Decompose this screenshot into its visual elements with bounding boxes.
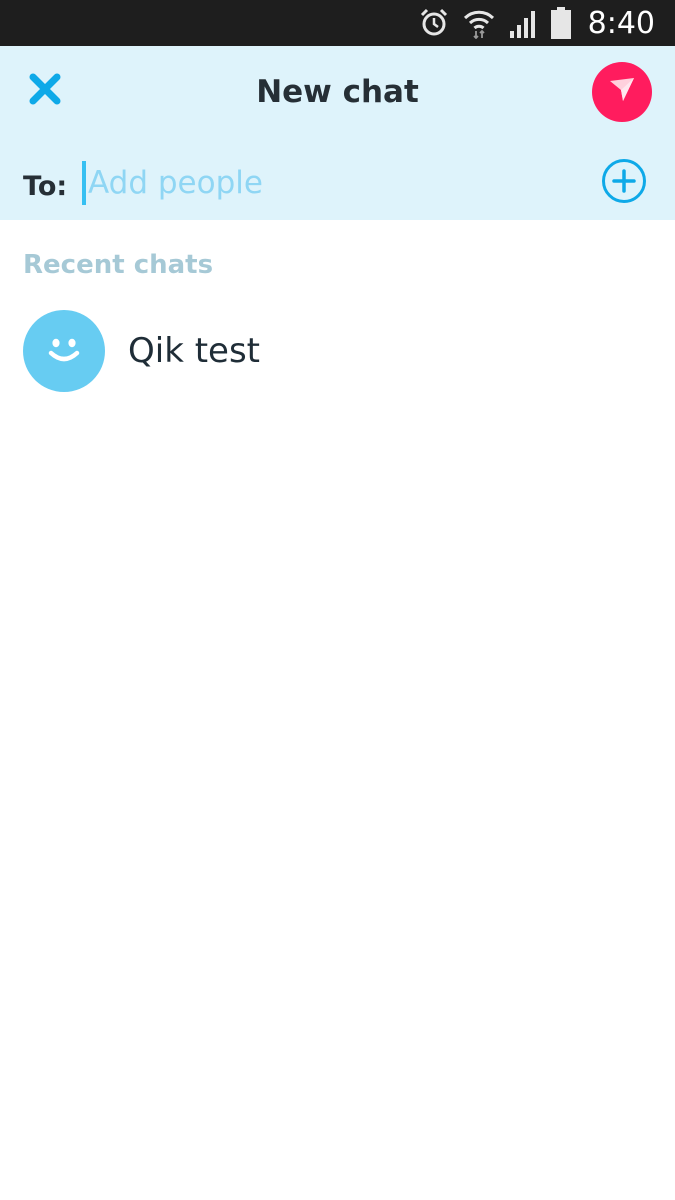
chat-name: Qik test	[128, 331, 260, 371]
add-people-input[interactable]	[88, 165, 548, 201]
battery-icon	[550, 6, 572, 40]
wifi-icon	[462, 7, 496, 39]
close-icon	[28, 72, 62, 110]
send-icon	[607, 75, 637, 109]
avatar	[23, 310, 105, 392]
recent-chat-item[interactable]: Qik test	[0, 302, 675, 400]
signal-icon	[508, 7, 538, 39]
add-people-field[interactable]	[82, 158, 572, 208]
add-people-button[interactable]	[601, 158, 647, 208]
to-label: To:	[23, 171, 68, 202]
status-icons: 8:40	[418, 0, 655, 46]
text-caret	[82, 161, 86, 205]
add-circle-icon	[601, 158, 647, 208]
status-time: 8:40	[587, 5, 655, 41]
recent-chats-label: Recent chats	[23, 250, 214, 280]
page-title: New chat	[256, 74, 419, 110]
status-bar: 8:40	[0, 0, 675, 46]
alarm-icon	[418, 7, 450, 39]
close-button[interactable]	[22, 68, 68, 114]
smiley-avatar-icon	[39, 324, 89, 378]
send-button[interactable]	[592, 62, 652, 122]
new-chat-header: New chat To:	[0, 46, 675, 220]
